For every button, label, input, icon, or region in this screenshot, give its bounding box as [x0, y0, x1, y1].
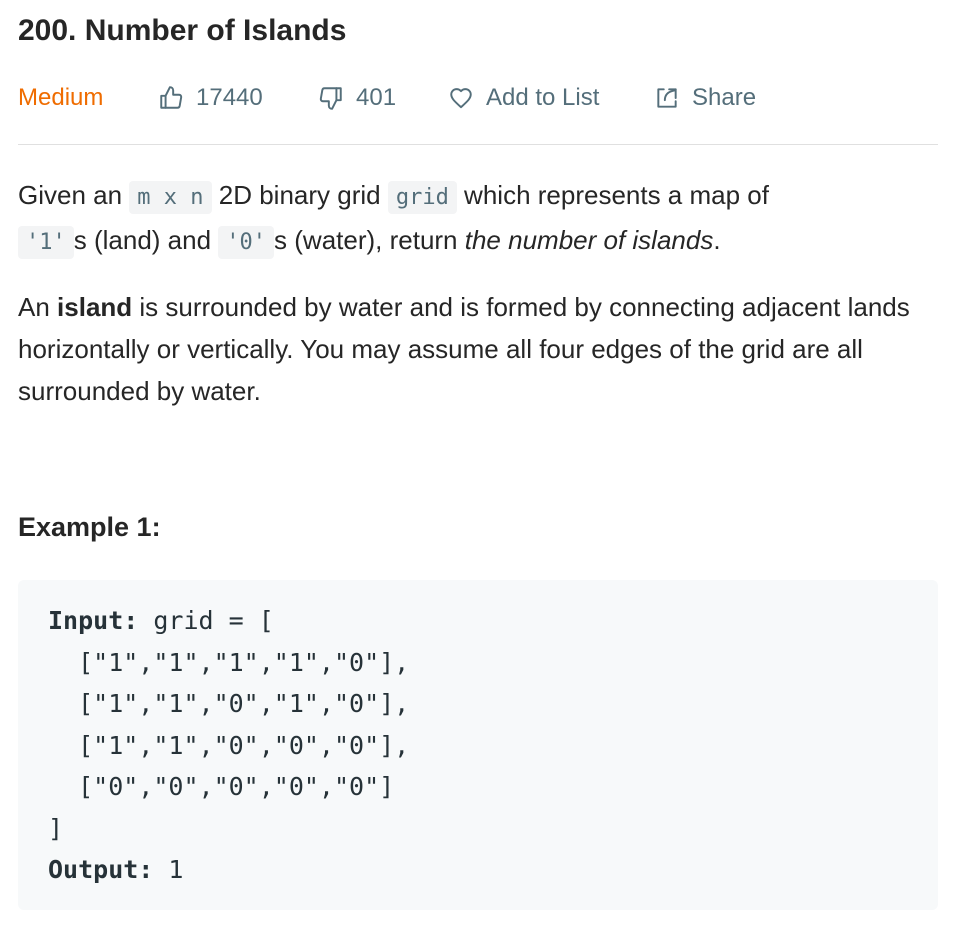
- inline-code: '1': [18, 226, 74, 259]
- text-span: which represents a map of: [456, 180, 769, 210]
- like-count: 17440: [196, 84, 263, 111]
- text-span: s (land) and: [73, 225, 219, 255]
- grid-row: ["1","1","1","1","0"],: [48, 647, 410, 677]
- add-to-list-label: Add to List: [486, 84, 600, 111]
- output-value: 1: [153, 855, 184, 884]
- add-to-list-button[interactable]: Add to List: [448, 80, 599, 116]
- output-label: Output:: [48, 855, 154, 884]
- inline-code: grid: [387, 181, 457, 214]
- description-paragraph-1: Given an m x n 2D binary grid grid which…: [18, 174, 938, 264]
- text-span: s (water), return: [274, 225, 465, 255]
- grid-row: ["1","1","0","0","0"],: [48, 730, 410, 760]
- grid-close: ]: [48, 813, 64, 843]
- example-title: Example 1:: [18, 512, 161, 542]
- grid-row: ["0","0","0","0","0"]: [48, 772, 395, 801]
- example-code-block: Input: grid = [ ["1","1","1","1","0"], […: [18, 580, 938, 910]
- like-button[interactable]: 17440: [158, 80, 263, 116]
- text-span: An: [18, 292, 58, 322]
- share-icon: [654, 85, 680, 111]
- thumbs-up-icon: [158, 85, 184, 111]
- problem-meta-bar: Medium 17440 401 Add to List Share: [18, 80, 938, 116]
- difficulty-label: Medium: [18, 84, 104, 111]
- divider: [18, 144, 938, 145]
- heart-icon: [448, 85, 474, 111]
- dislike-count: 401: [356, 84, 397, 111]
- description-paragraph-2: An island is surrounded by water and is …: [18, 286, 938, 412]
- inline-code: '0': [218, 226, 275, 259]
- text-span: is surrounded by water and is formed by …: [18, 292, 910, 406]
- input-label: Input:: [48, 606, 139, 635]
- problem-title: 200. Number of Islands: [18, 14, 347, 47]
- dislike-button[interactable]: 401: [318, 80, 396, 116]
- example-code: Input: grid = [ ["1","1","1","1","0"], […: [48, 600, 409, 891]
- input-first-line: grid = [: [138, 606, 274, 635]
- share-button[interactable]: Share: [654, 80, 756, 116]
- thumbs-down-icon: [318, 85, 344, 111]
- text-span: Given an: [18, 180, 130, 210]
- emphasis-text: the number of islands: [464, 225, 714, 255]
- inline-code: m x n: [129, 181, 212, 214]
- text-span: .: [713, 225, 721, 255]
- bold-text: island: [57, 292, 133, 322]
- text-span: 2D binary grid: [211, 180, 388, 210]
- grid-row: ["1","1","0","1","0"],: [48, 689, 410, 718]
- share-label: Share: [692, 84, 757, 111]
